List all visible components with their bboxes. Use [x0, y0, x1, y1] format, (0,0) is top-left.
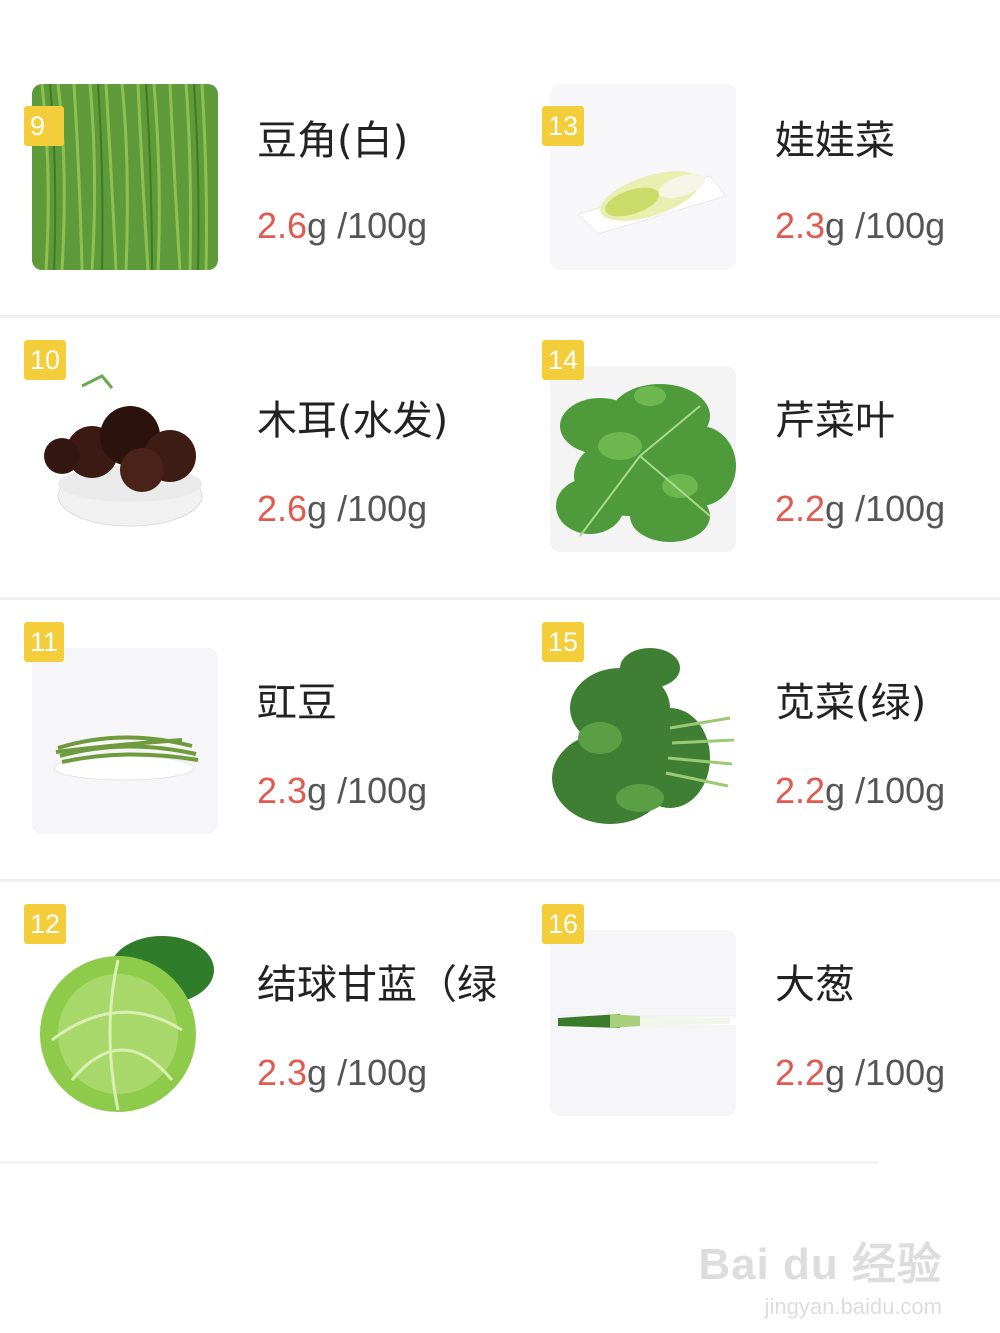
- list-item[interactable]: 9 豆角(白) 2.6g /100g: [0, 0, 500, 315]
- food-name: 木耳(水发): [257, 398, 449, 444]
- nutrient-value: 2.2g /100g: [775, 770, 946, 811]
- list-item[interactable]: 15 苋菜(绿) 2.2g /100g: [518, 600, 1000, 879]
- amaranth-image: [550, 648, 736, 834]
- food-name: 豇豆: [257, 680, 337, 726]
- rank-badge: 16: [542, 904, 585, 944]
- list-item[interactable]: 16 大葱 2.2g /100g: [518, 882, 1000, 1161]
- food-name: 大葱: [775, 962, 855, 1008]
- nutrient-value: 2.3g /100g: [257, 1052, 428, 1093]
- list-item[interactable]: 10 木耳(水发) 2.6g /100g: [0, 318, 500, 597]
- watermark-url: jingyan.baidu.com: [764, 1294, 942, 1319]
- cabbage-image: [32, 930, 218, 1116]
- food-name: 娃娃菜: [775, 118, 895, 164]
- cowpea-image: [32, 648, 218, 834]
- rank-badge: 13: [542, 106, 585, 146]
- rank-badge: 12: [24, 904, 67, 944]
- rank-badge: 15: [542, 622, 585, 662]
- list-item[interactable]: 12 结球甘蓝（绿 2.3g /100g: [0, 882, 500, 1161]
- rank-badge: 14: [542, 340, 585, 380]
- food-list: 9 豆角(白) 2.6g /100g 13 娃娃菜 2.3g /100g 10 …: [0, 0, 1000, 1164]
- nutrient-value: 2.6g /100g: [257, 205, 428, 246]
- rank-badge: 9: [24, 106, 64, 146]
- nutrient-value: 2.3g /100g: [257, 770, 428, 811]
- food-name: 芹菜叶: [775, 398, 895, 444]
- nutrient-value: 2.6g /100g: [257, 488, 428, 529]
- baidu-jingyan-watermark: Bai du 经验 jingyan.baidu.com: [698, 1228, 942, 1320]
- list-row: 11 豇豆 2.3g /100g 15 苋菜(绿) 2.2g /100g: [0, 600, 1000, 882]
- nutrient-value: 2.2g /100g: [775, 488, 946, 529]
- nutrient-value: 2.3g /100g: [775, 205, 946, 246]
- food-name: 结球甘蓝（绿: [257, 962, 497, 1008]
- watermark-logo: Bai du 经验: [698, 1240, 942, 1289]
- scallion-image: [550, 930, 736, 1116]
- food-name: 苋菜(绿): [775, 680, 927, 726]
- list-row: 9 豆角(白) 2.6g /100g 13 娃娃菜 2.3g /100g: [0, 0, 1000, 318]
- list-row: 12 结球甘蓝（绿 2.3g /100g 16 大葱 2.2g /100g: [0, 882, 945, 1164]
- celery-leaves-image: [550, 366, 736, 552]
- food-name: 豆角(白): [257, 118, 409, 164]
- list-item[interactable]: 14 芹菜叶 2.2g /100g: [518, 318, 1000, 597]
- list-item[interactable]: 13 娃娃菜 2.3g /100g: [518, 0, 1000, 315]
- rank-badge: 10: [24, 340, 67, 380]
- list-row: 10 木耳(水发) 2.6g /100g 14 芹菜叶 2.2g /100g: [0, 318, 1000, 600]
- wood-ear-image: [32, 366, 218, 552]
- rank-badge: 11: [24, 622, 65, 662]
- nutrient-value: 2.2g /100g: [775, 1052, 946, 1093]
- list-item[interactable]: 11 豇豆 2.3g /100g: [0, 600, 500, 879]
